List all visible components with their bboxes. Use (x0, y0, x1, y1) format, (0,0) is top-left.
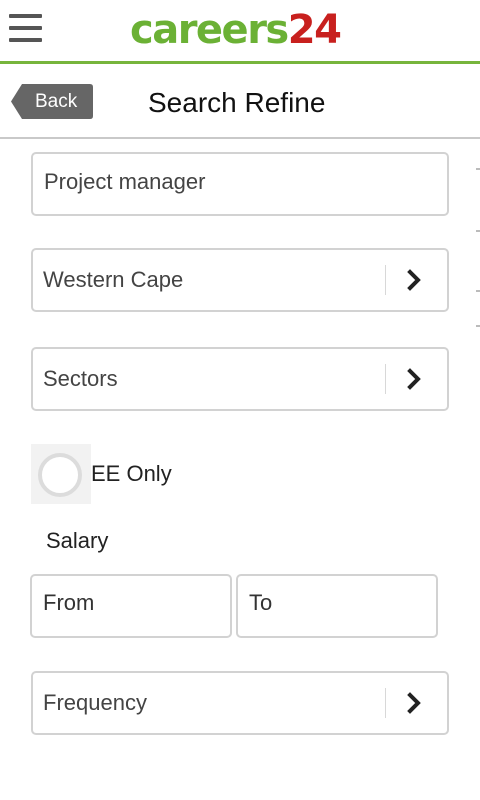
ee-only-radio[interactable] (38, 453, 82, 497)
ee-only-radio-background (31, 444, 91, 504)
salary-label: Salary (46, 528, 109, 553)
picker-divider (385, 265, 386, 295)
hamburger-menu-icon[interactable] (9, 14, 42, 44)
app-bar: careers24 (0, 0, 480, 64)
location-picker[interactable]: Western Cape (31, 248, 449, 312)
salary-to-placeholder: To (249, 590, 273, 615)
title-bar: Back Search Refine (0, 67, 480, 139)
salary-from-placeholder: From (43, 590, 95, 615)
picker-divider (385, 688, 386, 718)
frequency-picker[interactable]: Frequency (31, 671, 449, 735)
logo-word: careers (130, 7, 289, 53)
sectors-picker-value: Sectors (43, 366, 118, 391)
frequency-picker-value: Frequency (43, 690, 147, 715)
ee-only-option[interactable]: EE Only (31, 444, 231, 504)
chevron-right-icon (407, 368, 421, 390)
logo-number: 24 (287, 7, 342, 53)
back-button[interactable]: Back (10, 83, 94, 120)
picker-divider (385, 364, 386, 394)
chevron-right-icon (407, 692, 421, 714)
offscreen-content-edge (474, 160, 480, 360)
careers24-logo[interactable]: careers24 (130, 6, 342, 54)
back-button-label: Back (35, 91, 78, 112)
location-picker-value: Western Cape (43, 267, 184, 292)
page-title: Search Refine (148, 87, 326, 118)
salary-from-input[interactable]: From (30, 574, 232, 638)
keyword-input-value: Project manager (44, 169, 206, 194)
salary-to-input[interactable]: To (236, 574, 438, 638)
chevron-right-icon (407, 269, 421, 291)
sectors-picker[interactable]: Sectors (31, 347, 449, 411)
ee-only-label: EE Only (91, 461, 172, 486)
keyword-input[interactable]: Project manager (31, 152, 449, 216)
